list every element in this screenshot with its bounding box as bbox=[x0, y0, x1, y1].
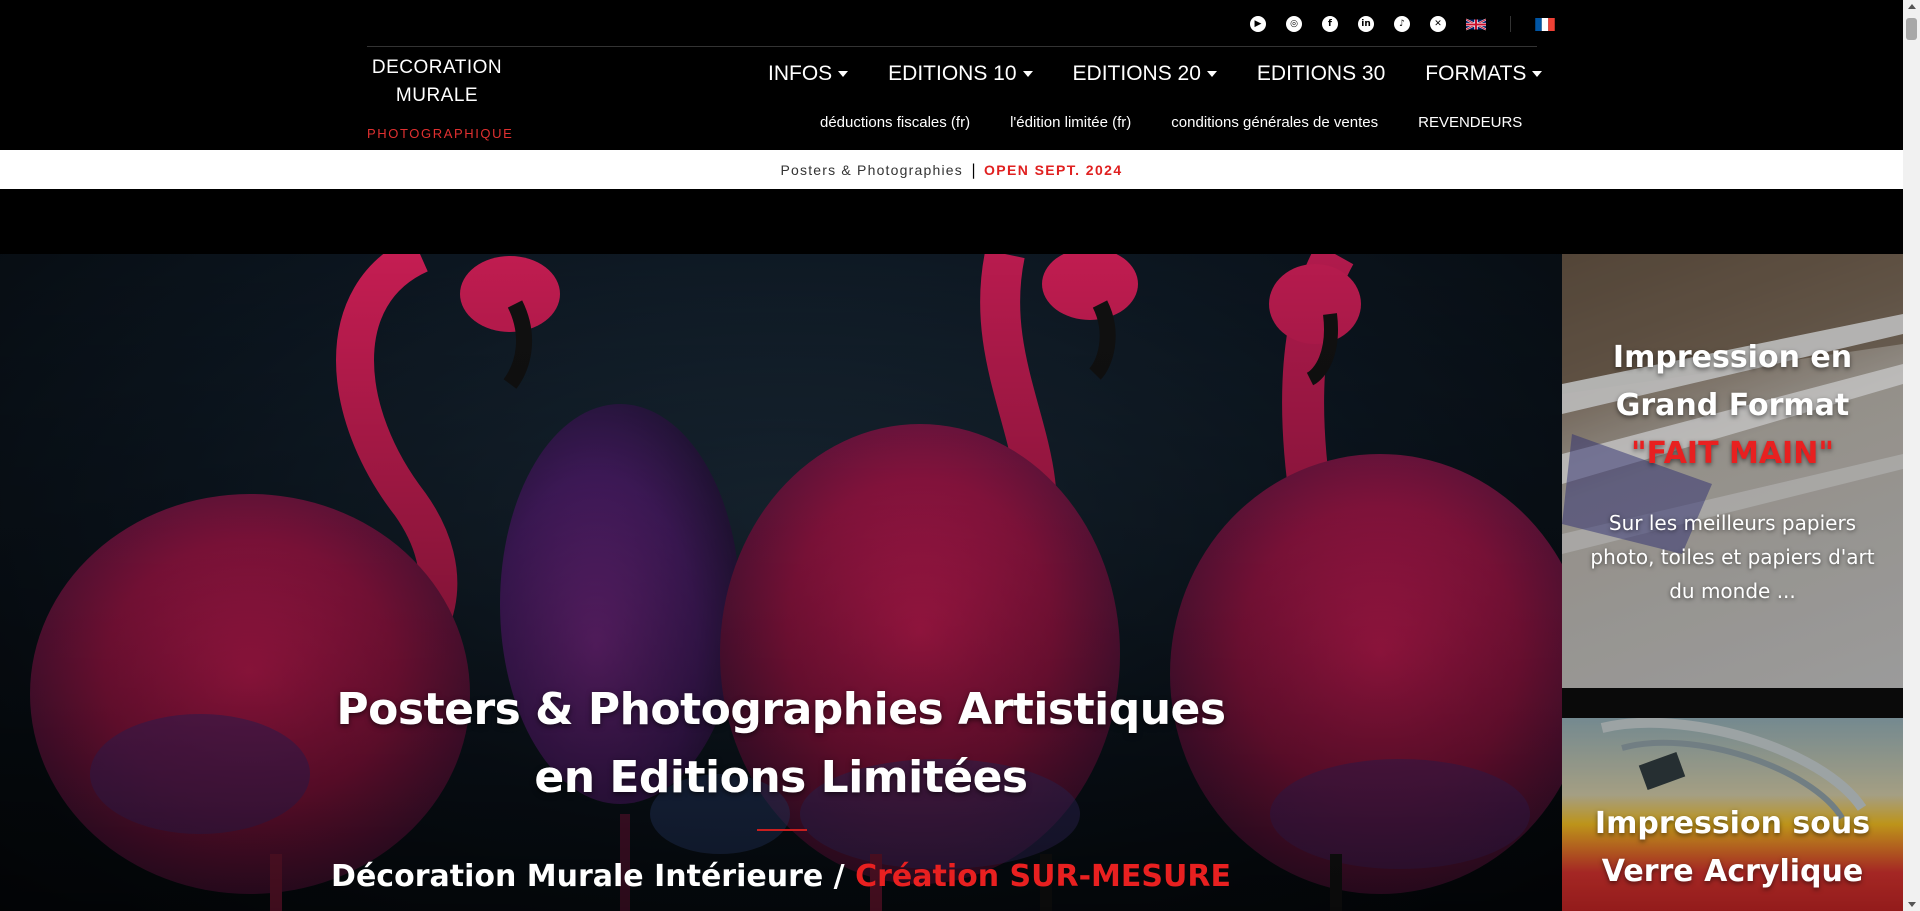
card-desc-line2: photo, toiles et papiers d'art bbox=[1590, 545, 1875, 569]
main-nav: INFOS EDITIONS 10 EDITIONS 20 EDITIONS 3… bbox=[768, 62, 1543, 86]
caret-down-icon bbox=[1022, 71, 1033, 77]
nav-item-formats[interactable]: FORMATS bbox=[1425, 62, 1543, 86]
nav-item-editions-30[interactable]: EDITIONS 30 bbox=[1257, 62, 1385, 86]
scrollbar-thumb[interactable] bbox=[1906, 18, 1917, 40]
hero-banner[interactable]: Posters & Photographies Artistiques en E… bbox=[0, 254, 1562, 911]
hero-title-line1: Posters & Photographies Artistiques bbox=[336, 684, 1226, 735]
nav-item-label: EDITIONS 30 bbox=[1256, 62, 1386, 85]
caret-down-icon bbox=[1532, 71, 1543, 77]
hero-divider bbox=[757, 829, 807, 831]
promo-card-verre-acrylique[interactable]: Impression sous Verre Acrylique bbox=[1562, 718, 1903, 911]
hero-subtitle-white: Décoration Murale Intérieure / bbox=[331, 859, 856, 894]
page-scrollbar[interactable] bbox=[1903, 0, 1920, 911]
secondary-nav: déductions fiscales (fr) l'édition limit… bbox=[820, 114, 1522, 131]
subnav-item-edition-limitee[interactable]: l'édition limitée (fr) bbox=[1010, 114, 1131, 131]
flag-fr-icon[interactable] bbox=[1535, 17, 1555, 31]
flamingos-image bbox=[0, 254, 1562, 911]
card-title-line2: Verre Acrylique bbox=[1601, 854, 1864, 889]
nav-item-infos[interactable]: INFOS bbox=[768, 62, 849, 86]
nav-item-label: INFOS bbox=[768, 62, 833, 85]
card-title-red: "FAIT MAIN" bbox=[1631, 436, 1834, 471]
header-divider bbox=[367, 46, 1537, 47]
site-header: ▶ ◎ f in ♪ ✕ DECORATION MURALE PHOTOGRAP… bbox=[0, 0, 1920, 150]
linkedin-icon[interactable]: in bbox=[1358, 16, 1374, 32]
caret-down-icon bbox=[1206, 71, 1217, 77]
nav-item-label: EDITIONS 10 bbox=[888, 62, 1017, 85]
subnav-item-revendeurs[interactable]: REVENDEURS bbox=[1418, 114, 1522, 131]
scroll-down-icon[interactable] bbox=[1908, 902, 1916, 907]
x-icon[interactable]: ✕ bbox=[1430, 16, 1446, 32]
announcement-bar: Posters & Photographies | OPEN SEPT. 202… bbox=[0, 150, 1903, 189]
card-title-line2: Grand Format bbox=[1615, 388, 1850, 423]
site-logo[interactable]: DECORATION MURALE PHOTOGRAPHIQUE bbox=[367, 54, 514, 141]
card-desc-line3: du monde ... bbox=[1669, 579, 1796, 603]
nav-item-label: FORMATS bbox=[1425, 62, 1527, 85]
logo-line3: PHOTOGRAPHIQUE bbox=[367, 126, 514, 141]
instagram-icon[interactable]: ◎ bbox=[1286, 16, 1302, 32]
subnav-item-cgv[interactable]: conditions générales de ventes bbox=[1171, 114, 1378, 131]
social-links: ▶ ◎ f in ♪ ✕ bbox=[1250, 16, 1555, 32]
logo-line2: MURALE bbox=[395, 85, 479, 106]
hero-title-line2: en Editions Limitées bbox=[534, 752, 1028, 803]
card-spacer bbox=[1562, 688, 1903, 718]
announcement-text: Posters & Photographies bbox=[780, 161, 963, 178]
card-title: Impression en Grand Format "FAIT MAIN" bbox=[1562, 334, 1903, 478]
subnav-item-deductions[interactable]: déductions fiscales (fr) bbox=[820, 114, 970, 131]
promo-card-grand-format[interactable]: Impression en Grand Format "FAIT MAIN" S… bbox=[1562, 254, 1903, 688]
card-description: Sur les meilleurs papiers photo, toiles … bbox=[1582, 506, 1883, 608]
nav-item-editions-20[interactable]: EDITIONS 20 bbox=[1073, 62, 1217, 86]
card-title-line1: Impression en bbox=[1612, 340, 1853, 375]
youtube-icon[interactable]: ▶ bbox=[1250, 16, 1266, 32]
hero-title: Posters & Photographies Artistiques en E… bbox=[281, 676, 1281, 812]
tiktok-icon[interactable]: ♪ bbox=[1394, 16, 1410, 32]
nav-item-label: EDITIONS 20 bbox=[1072, 62, 1201, 85]
hero-subtitle-red: Création SUR-MESURE bbox=[855, 859, 1231, 894]
hero-subtitle: Décoration Murale Intérieure / Création … bbox=[281, 852, 1281, 902]
nav-item-editions-10[interactable]: EDITIONS 10 bbox=[888, 62, 1033, 86]
card-title-line1: Impression sous bbox=[1594, 806, 1871, 841]
announcement-highlight: OPEN SEPT. 2024 bbox=[984, 161, 1123, 178]
language-divider bbox=[1510, 16, 1511, 32]
facebook-icon[interactable]: f bbox=[1322, 16, 1338, 32]
card-desc-line1: Sur les meilleurs papiers bbox=[1608, 511, 1857, 535]
logo-line1: DECORATION bbox=[371, 57, 503, 78]
caret-down-icon bbox=[838, 71, 849, 77]
scroll-up-icon[interactable] bbox=[1908, 4, 1916, 9]
announcement-separator: | bbox=[970, 160, 976, 179]
card-title: Impression sous Verre Acrylique bbox=[1562, 800, 1903, 896]
flag-uk-icon[interactable] bbox=[1466, 18, 1486, 31]
